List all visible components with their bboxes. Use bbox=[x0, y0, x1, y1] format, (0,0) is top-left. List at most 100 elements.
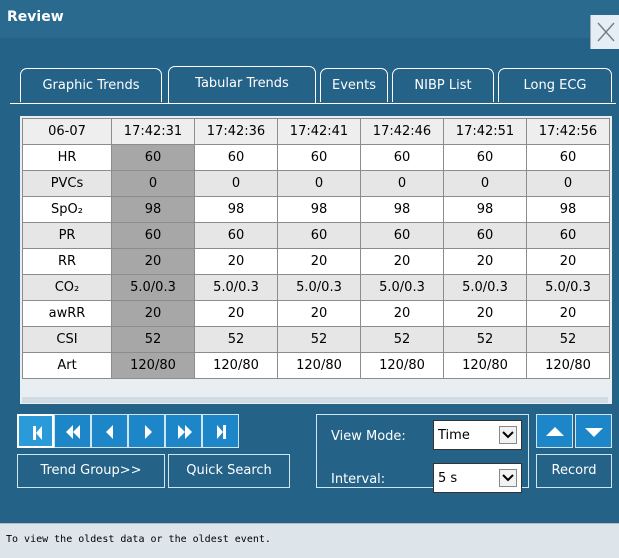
chevron-down-icon bbox=[502, 431, 514, 439]
time-column-header[interactable]: 17:42:46 bbox=[360, 118, 444, 145]
tab-long-ecg[interactable]: Long ECG bbox=[498, 68, 612, 102]
table-cell[interactable]: 60 bbox=[443, 144, 527, 171]
record-button[interactable]: Record bbox=[536, 454, 612, 488]
table-cell[interactable]: 60 bbox=[526, 144, 610, 171]
table-cell[interactable]: 20 bbox=[194, 300, 278, 327]
status-message: To view the oldest data or the oldest ev… bbox=[6, 534, 271, 545]
table-cell[interactable]: 120/80 bbox=[277, 352, 361, 379]
table-cell[interactable]: 120/80 bbox=[194, 352, 278, 379]
table-cell[interactable]: 52 bbox=[526, 326, 610, 353]
table-cell[interactable]: 5.0/0.3 bbox=[526, 274, 610, 301]
table-cell[interactable]: 0 bbox=[277, 170, 361, 197]
trend-group-button[interactable]: Trend Group>> bbox=[17, 454, 165, 488]
table-cell[interactable]: 5.0/0.3 bbox=[360, 274, 444, 301]
table-cell[interactable]: 0 bbox=[111, 170, 195, 197]
table-cell[interactable]: 98 bbox=[277, 196, 361, 223]
time-column-header[interactable]: 17:42:56 bbox=[526, 118, 610, 145]
table-cell[interactable]: 5.0/0.3 bbox=[111, 274, 195, 301]
table-cell[interactable]: 20 bbox=[111, 300, 195, 327]
arrow-right-icon bbox=[145, 425, 152, 439]
table-cell[interactable]: 0 bbox=[443, 170, 527, 197]
table-row-pvcs: PVCs 0 0 0 0 0 0 bbox=[22, 170, 610, 197]
table-row-csi: CSI 52 52 52 52 52 52 bbox=[22, 326, 610, 353]
table-cell[interactable]: 120/80 bbox=[526, 352, 610, 379]
dropdown-button[interactable] bbox=[499, 469, 517, 487]
tab-tabular-trends[interactable]: Tabular Trends bbox=[168, 66, 316, 104]
tab-nibp-list[interactable]: NIBP List bbox=[392, 68, 494, 102]
table-cell[interactable]: 60 bbox=[526, 222, 610, 249]
close-button[interactable] bbox=[590, 15, 619, 49]
row-label: Art bbox=[22, 352, 112, 379]
table-cell[interactable]: 98 bbox=[111, 196, 195, 223]
table-cell[interactable]: 20 bbox=[526, 248, 610, 275]
table-cell[interactable]: 120/80 bbox=[443, 352, 527, 379]
table-cell[interactable]: 20 bbox=[194, 248, 278, 275]
table-cell[interactable]: 20 bbox=[360, 300, 444, 327]
table-cell[interactable]: 20 bbox=[277, 248, 361, 275]
time-column-header[interactable]: 17:42:41 bbox=[277, 118, 361, 145]
chevron-down-icon bbox=[502, 474, 514, 482]
view-mode-select[interactable]: Time bbox=[433, 420, 522, 450]
table-row-pr: PR 60 60 60 60 60 60 bbox=[22, 222, 610, 249]
table-cell[interactable]: 5.0/0.3 bbox=[194, 274, 278, 301]
fast-back-button[interactable] bbox=[54, 414, 91, 448]
row-label: PVCs bbox=[22, 170, 112, 197]
scroll-up-button[interactable] bbox=[536, 414, 573, 448]
arrow-up-icon bbox=[546, 427, 564, 436]
table-cell[interactable]: 0 bbox=[526, 170, 610, 197]
step-back-button[interactable] bbox=[91, 414, 128, 448]
dropdown-button[interactable] bbox=[499, 426, 517, 444]
table-cell[interactable]: 52 bbox=[111, 326, 195, 353]
go-to-newest-button[interactable] bbox=[202, 414, 239, 448]
table-cell[interactable]: 120/80 bbox=[360, 352, 444, 379]
tab-graphic-trends[interactable]: Graphic Trends bbox=[20, 68, 162, 102]
table-row-awrr: awRR 20 20 20 20 20 20 bbox=[22, 300, 610, 327]
table-cell[interactable]: 60 bbox=[443, 222, 527, 249]
table-cell[interactable]: 98 bbox=[443, 196, 527, 223]
horizontal-scrollbar[interactable] bbox=[22, 397, 608, 403]
interval-select[interactable]: 5 s bbox=[433, 463, 522, 493]
date-header: 06-07 bbox=[22, 118, 112, 145]
fast-forward-button[interactable] bbox=[165, 414, 202, 448]
table-cell[interactable]: 60 bbox=[277, 222, 361, 249]
table-cell[interactable]: 60 bbox=[360, 222, 444, 249]
tab-events[interactable]: Events bbox=[320, 68, 388, 102]
table-cell[interactable]: 120/80 bbox=[111, 352, 195, 379]
table-cell[interactable]: 98 bbox=[194, 196, 278, 223]
time-column-header[interactable]: 17:42:31 bbox=[111, 118, 195, 145]
time-column-header[interactable]: 17:42:36 bbox=[194, 118, 278, 145]
table-cell[interactable]: 60 bbox=[111, 222, 195, 249]
table-cell[interactable]: 20 bbox=[526, 300, 610, 327]
window-title: Review bbox=[7, 9, 64, 25]
table-cell[interactable]: 20 bbox=[443, 300, 527, 327]
table-cell[interactable]: 52 bbox=[443, 326, 527, 353]
table-cell[interactable]: 0 bbox=[194, 170, 278, 197]
table-cell[interactable]: 5.0/0.3 bbox=[277, 274, 361, 301]
fast-forward-icon bbox=[178, 425, 192, 439]
table-cell[interactable]: 98 bbox=[360, 196, 444, 223]
table-cell[interactable]: 60 bbox=[194, 222, 278, 249]
arrow-down-icon bbox=[585, 428, 603, 437]
table-cell[interactable]: 98 bbox=[526, 196, 610, 223]
scroll-down-button[interactable] bbox=[575, 414, 612, 448]
interval-value: 5 s bbox=[438, 471, 458, 486]
quick-search-button[interactable]: Quick Search bbox=[168, 454, 290, 488]
go-to-oldest-button[interactable] bbox=[17, 414, 54, 448]
table-cell[interactable]: 60 bbox=[360, 144, 444, 171]
table-cell[interactable]: 20 bbox=[111, 248, 195, 275]
table-cell[interactable]: 0 bbox=[360, 170, 444, 197]
review-window: Review Graphic Trends Tabular Trends Eve… bbox=[0, 0, 619, 558]
table-cell[interactable]: 20 bbox=[277, 300, 361, 327]
table-cell[interactable]: 5.0/0.3 bbox=[443, 274, 527, 301]
table-cell[interactable]: 60 bbox=[111, 144, 195, 171]
step-forward-button[interactable] bbox=[128, 414, 165, 448]
table-cell[interactable]: 52 bbox=[277, 326, 361, 353]
table-cell[interactable]: 60 bbox=[194, 144, 278, 171]
table-cell[interactable]: 60 bbox=[277, 144, 361, 171]
table-cell[interactable]: 52 bbox=[360, 326, 444, 353]
row-label: SpO₂ bbox=[22, 196, 112, 223]
table-cell[interactable]: 20 bbox=[360, 248, 444, 275]
table-cell[interactable]: 20 bbox=[443, 248, 527, 275]
time-column-header[interactable]: 17:42:51 bbox=[443, 118, 527, 145]
table-cell[interactable]: 52 bbox=[194, 326, 278, 353]
